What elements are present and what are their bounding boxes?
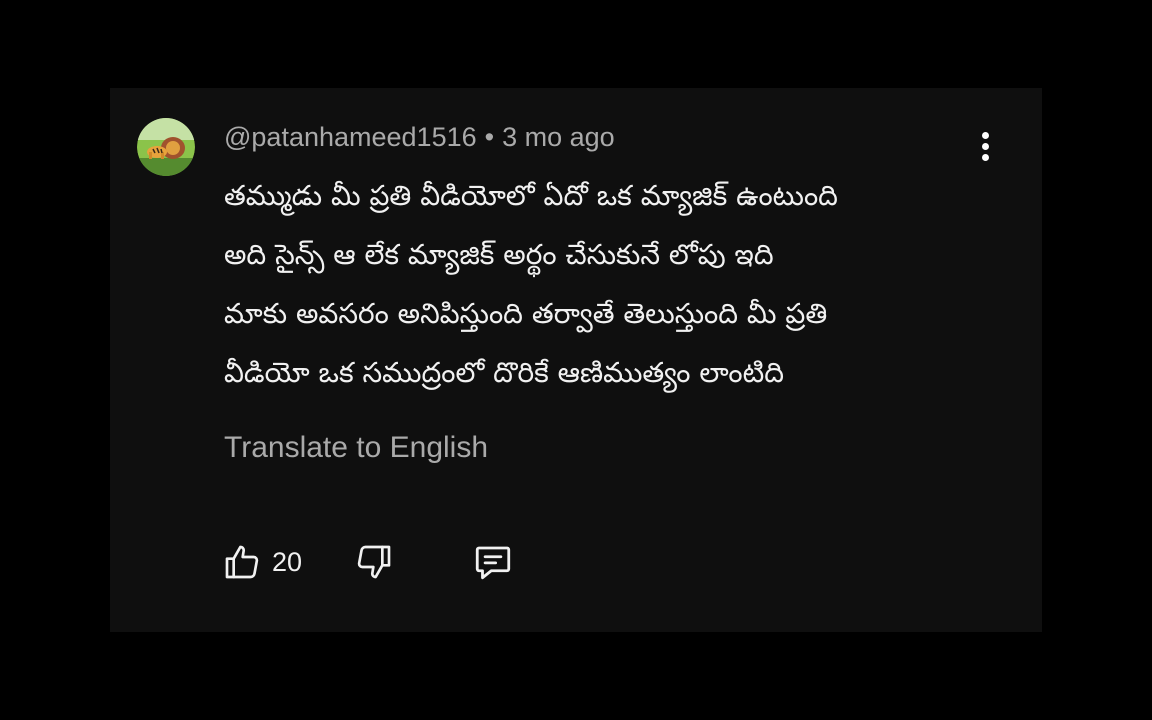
like-count: 20 [272, 546, 303, 577]
comment-text: తమ్ముడు మీ ప్రతి వీడియోలో ఏదో ఒక మ్యాజిక… [224, 166, 1014, 402]
thumbs-up-icon [225, 545, 259, 579]
more-options-button[interactable] [970, 126, 1000, 166]
reply-comment-icon [475, 546, 511, 580]
reply-button[interactable] [472, 541, 514, 583]
lion-avatar-icon [137, 118, 195, 176]
comment-timestamp[interactable]: 3 mo ago [502, 122, 615, 152]
translate-button[interactable]: Translate to English [224, 428, 488, 468]
more-vertical-icon [981, 142, 989, 150]
avatar[interactable] [137, 118, 195, 176]
comment-text-line: తమ్ముడు మీ ప్రతి వీడియోలో ఏదో ఒక మ్యాజిక… [224, 179, 838, 212]
comment-card: @patanhameed1516 • 3 mo ago తమ్ముడు మీ ప్ర… [110, 88, 1042, 632]
thumbs-down-icon [357, 545, 391, 579]
meta-separator: • [484, 122, 495, 152]
like-button[interactable]: 20 [222, 542, 302, 582]
comment-actions: 20 [222, 538, 514, 586]
comment-text-line: అది సైన్స్ ఆ లేక మ్యాజిక్ అర్థం చేసుకునే… [224, 238, 774, 271]
comment-text-line: మాకు అవసరం అనిపిస్తుంది తర్వాతే తెలుస్తు… [224, 297, 828, 330]
more-vertical-icon [981, 131, 989, 139]
comment-meta: @patanhameed1516 • 3 mo ago [224, 118, 615, 156]
more-vertical-icon [981, 153, 989, 161]
author-name[interactable]: @patanhameed1516 [224, 122, 477, 152]
dislike-button[interactable] [354, 542, 394, 582]
comment-text-line: వీడియో ఒక సముద్రంలో దొరికే ఆణిముత్యం లాం… [224, 356, 784, 389]
